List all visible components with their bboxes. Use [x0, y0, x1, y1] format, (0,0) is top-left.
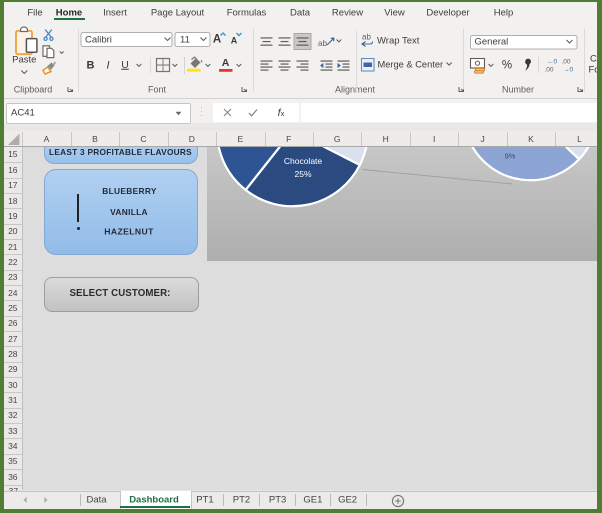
- svg-text:ab: ab: [362, 33, 371, 42]
- svg-text:.00: .00: [562, 59, 571, 66]
- svg-text:←0: ←0: [547, 59, 558, 66]
- svg-text:→0: →0: [563, 67, 574, 74]
- svg-text:.00: .00: [545, 67, 554, 74]
- svg-text:ab: ab: [318, 39, 327, 48]
